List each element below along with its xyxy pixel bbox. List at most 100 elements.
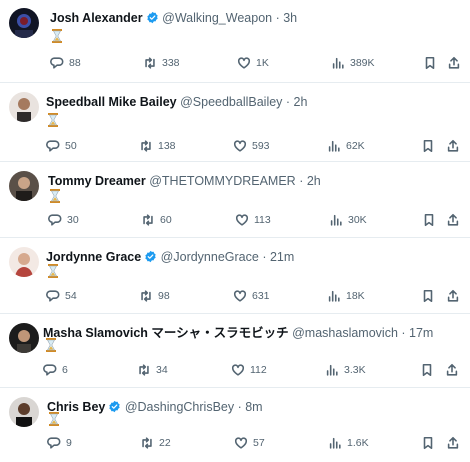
timestamp[interactable]: · 2h (299, 174, 321, 188)
tweet[interactable]: Masha Slamovich マーシャ・スラモビッチ @mashaslamov… (0, 315, 470, 388)
reply-count: 54 (65, 290, 77, 302)
display-name[interactable]: Masha Slamovich マーシャ・スラモビッチ (43, 326, 289, 340)
avatar[interactable] (9, 397, 39, 427)
retweet-count: 98 (158, 290, 170, 302)
retweet-icon (141, 140, 151, 152)
reply-button[interactable]: 88 (50, 55, 81, 71)
retweet-count: 34 (156, 364, 168, 376)
heart-icon (233, 140, 247, 152)
verified-badge-icon (144, 250, 157, 263)
reply-icon (46, 290, 60, 302)
retweet-icon (143, 214, 153, 226)
views-chart-icon (328, 290, 340, 302)
views-chart-icon (326, 364, 338, 376)
reply-button[interactable]: 50 (46, 138, 77, 154)
avatar[interactable] (9, 171, 39, 201)
tweet[interactable]: Tommy Dreamer @THETOMMYDREAMER · 2h 30 6… (0, 163, 470, 238)
like-button[interactable]: 593 (233, 138, 270, 154)
share-button[interactable] (446, 435, 460, 451)
tweet[interactable]: Chris Bey @DashingChrisBey · 8m 9 22 57 … (0, 389, 470, 462)
avatar[interactable] (9, 8, 39, 38)
views-button[interactable]: 3.3K (325, 362, 366, 378)
reply-icon (46, 140, 60, 152)
views-button[interactable]: 389K (331, 55, 375, 71)
like-count: 631 (252, 290, 270, 302)
reply-button[interactable]: 30 (48, 212, 79, 228)
retweet-button[interactable]: 338 (143, 55, 180, 71)
like-button[interactable]: 1K (237, 55, 269, 71)
avatar[interactable] (9, 323, 39, 353)
share-button[interactable] (446, 212, 460, 228)
like-count: 113 (254, 214, 271, 226)
timestamp[interactable]: · 8m (238, 400, 263, 414)
retweet-button[interactable]: 98 (139, 288, 170, 304)
share-button[interactable] (445, 362, 459, 378)
views-button[interactable]: 1.6K (328, 435, 369, 451)
retweet-icon (145, 57, 155, 69)
like-button[interactable]: 57 (234, 435, 265, 451)
views-chart-icon (328, 140, 340, 152)
views-chart-icon (329, 437, 341, 449)
share-button[interactable] (446, 138, 460, 154)
display-name[interactable]: Josh Alexander (50, 11, 143, 25)
reply-icon (43, 364, 57, 376)
retweet-icon (142, 437, 152, 449)
view-count: 18K (346, 290, 365, 302)
retweet-icon (139, 364, 149, 376)
display-name[interactable]: Speedball Mike Bailey (46, 95, 177, 109)
share-icon (447, 139, 459, 152)
share-button[interactable] (446, 288, 460, 304)
hourglass-emoji (48, 412, 60, 426)
bookmark-button[interactable] (421, 288, 435, 304)
tweet[interactable]: Josh Alexander @Walking_Weapon · 3h 88 3… (0, 0, 470, 83)
reply-button[interactable]: 6 (43, 362, 68, 378)
handle[interactable]: @Walking_Weapon (162, 11, 272, 25)
tweet-actions: 9 22 57 1.6K (0, 435, 470, 451)
reply-count: 50 (65, 140, 77, 152)
bookmark-button[interactable] (421, 138, 435, 154)
retweet-button[interactable]: 22 (140, 435, 171, 451)
bookmark-button[interactable] (423, 55, 437, 71)
handle[interactable]: @JordynneGrace (161, 250, 259, 264)
views-button[interactable]: 62K (327, 138, 365, 154)
bookmark-icon (423, 289, 433, 303)
display-name[interactable]: Jordynne Grace (46, 250, 141, 264)
tweet-actions: 54 98 631 18K (0, 288, 470, 304)
tweet[interactable]: Jordynne Grace @JordynneGrace · 21m 54 9… (0, 239, 470, 314)
avatar[interactable] (9, 247, 39, 277)
bookmark-button[interactable] (422, 212, 436, 228)
handle[interactable]: @THETOMMYDREAMER (149, 174, 296, 188)
avatar[interactable] (9, 92, 39, 122)
reply-button[interactable]: 9 (47, 435, 72, 451)
views-button[interactable]: 30K (329, 212, 367, 228)
reply-button[interactable]: 54 (46, 288, 77, 304)
bookmark-button[interactable] (421, 435, 435, 451)
display-name[interactable]: Tommy Dreamer (48, 174, 146, 188)
share-button[interactable] (447, 55, 461, 71)
retweet-button[interactable]: 138 (139, 138, 176, 154)
timestamp[interactable]: · 17m (401, 326, 433, 340)
retweet-button[interactable]: 60 (141, 212, 172, 228)
bookmark-button[interactable] (420, 362, 434, 378)
views-button[interactable]: 18K (327, 288, 365, 304)
reply-count: 88 (69, 57, 81, 69)
like-button[interactable]: 631 (233, 288, 270, 304)
tweet-feed: Josh Alexander @Walking_Weapon · 3h 88 3… (0, 0, 470, 462)
like-count: 1K (256, 57, 269, 69)
handle[interactable]: @mashaslamovich (292, 326, 398, 340)
timestamp[interactable]: · 2h (286, 95, 308, 109)
share-icon (448, 56, 460, 69)
like-button[interactable]: 112 (231, 362, 267, 378)
tweet[interactable]: Speedball Mike Bailey @SpeedballBailey ·… (0, 84, 470, 162)
timestamp[interactable]: · 21m (262, 250, 294, 264)
heart-icon (233, 290, 247, 302)
like-count: 112 (250, 364, 267, 376)
tweet-actions: 50 138 593 62K (0, 138, 470, 154)
retweet-button[interactable]: 34 (137, 362, 168, 378)
reply-count: 30 (67, 214, 79, 226)
handle[interactable]: @SpeedballBailey (180, 95, 282, 109)
like-button[interactable]: 113 (235, 212, 271, 228)
timestamp[interactable]: · 3h (276, 11, 298, 25)
handle[interactable]: @DashingChrisBey (125, 400, 234, 414)
tweet-header: Josh Alexander @Walking_Weapon · 3h (50, 11, 297, 26)
